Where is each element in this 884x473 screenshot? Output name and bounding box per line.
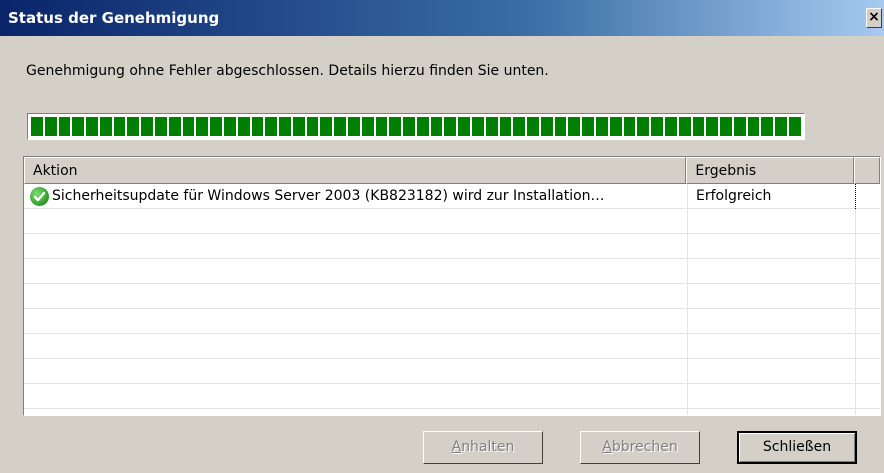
close-icon[interactable]: × [866, 8, 882, 28]
progress-segment [416, 117, 429, 136]
progress-segment [237, 117, 250, 136]
list-rows: Sicherheitsupdate für Windows Server 200… [24, 184, 880, 415]
progress-segment [720, 117, 732, 136]
progress-segment [775, 117, 787, 136]
empty-row [24, 284, 880, 309]
progress-segment [155, 117, 167, 136]
progress-segment [292, 117, 305, 136]
empty-row [24, 384, 880, 409]
progress-fill [31, 117, 801, 136]
status-message: Genehmigung ohne Fehler abgeschlossen. D… [26, 63, 549, 79]
progress-segment [430, 117, 443, 136]
progress-segment [86, 117, 98, 136]
progress-segment [582, 117, 595, 136]
progress-segment [540, 117, 553, 136]
progress-segment [637, 117, 650, 136]
progress-segment [251, 117, 264, 136]
progress-segment [554, 117, 567, 136]
window-title: Status der Genehmigung [8, 9, 220, 27]
progress-segment [182, 117, 195, 136]
progress-segment [127, 117, 140, 136]
progress-segment [733, 117, 746, 136]
abbrechen-button[interactable]: Abbrechen [580, 431, 700, 464]
progress-segment [472, 117, 484, 136]
column-header-empty [854, 157, 880, 184]
progress-segment [72, 117, 85, 136]
progress-segment [306, 117, 319, 136]
progress-segment [31, 117, 43, 136]
progress-segment [706, 117, 719, 136]
progress-segment [44, 117, 57, 136]
cell-ergebnis: Erfolgreich [688, 184, 856, 209]
progress-segment [223, 117, 236, 136]
empty-row [24, 334, 880, 359]
progress-segment [58, 117, 71, 136]
row-aktion-text: Sicherheitsupdate für Windows Server 200… [52, 188, 605, 204]
empty-row [24, 234, 880, 259]
progress-segment [334, 117, 346, 136]
results-list[interactable]: Aktion Ergebnis Sicherheitsupdate für Wi… [23, 156, 881, 416]
progress-segment [678, 117, 691, 136]
progress-segment [499, 117, 512, 136]
empty-row [24, 309, 880, 334]
anhalten-button[interactable]: Anhalten [423, 431, 543, 464]
empty-row [24, 359, 880, 384]
progress-segment [210, 117, 222, 136]
progress-segment [444, 117, 457, 136]
progress-segment [141, 117, 154, 136]
list-header: Aktion Ergebnis [24, 157, 880, 184]
progress-segment [458, 117, 470, 136]
progress-segment [788, 117, 801, 136]
progress-segment [375, 117, 388, 136]
empty-row [24, 209, 880, 234]
progress-segment [389, 117, 402, 136]
progress-segment [596, 117, 608, 136]
progress-segment [623, 117, 636, 136]
progress-segment [527, 117, 539, 136]
progress-segment [761, 117, 774, 136]
progress-segment [320, 117, 333, 136]
column-header-ergebnis[interactable]: Ergebnis [686, 157, 855, 184]
progress-segment [403, 117, 415, 136]
progress-segment [279, 117, 291, 136]
title-bar[interactable]: Status der Genehmigung × [0, 0, 884, 36]
cell-aktion: Sicherheitsupdate für Windows Server 200… [24, 184, 688, 209]
success-check-icon [30, 187, 49, 206]
table-row[interactable]: Sicherheitsupdate für Windows Server 200… [24, 184, 880, 209]
empty-row [24, 409, 880, 415]
progress-segment [168, 117, 181, 136]
progress-segment [692, 117, 705, 136]
progress-segment [196, 117, 209, 136]
column-header-aktion[interactable]: Aktion [24, 157, 687, 184]
progress-segment [113, 117, 126, 136]
empty-row [24, 259, 880, 284]
progress-segment [347, 117, 360, 136]
progress-segment [747, 117, 760, 136]
progress-bar [27, 113, 805, 140]
row-ergebnis-text: Erfolgreich [696, 188, 772, 204]
progress-segment [513, 117, 526, 136]
progress-segment [664, 117, 677, 136]
approval-status-dialog: Status der Genehmigung × Genehmigung ohn… [0, 0, 884, 473]
progress-segment [568, 117, 581, 136]
progress-segment [361, 117, 374, 136]
progress-segment [609, 117, 622, 136]
progress-segment [485, 117, 498, 136]
progress-segment [265, 117, 278, 136]
progress-segment [99, 117, 112, 136]
progress-segment [651, 117, 663, 136]
schliessen-button[interactable]: Schließen [737, 431, 857, 464]
